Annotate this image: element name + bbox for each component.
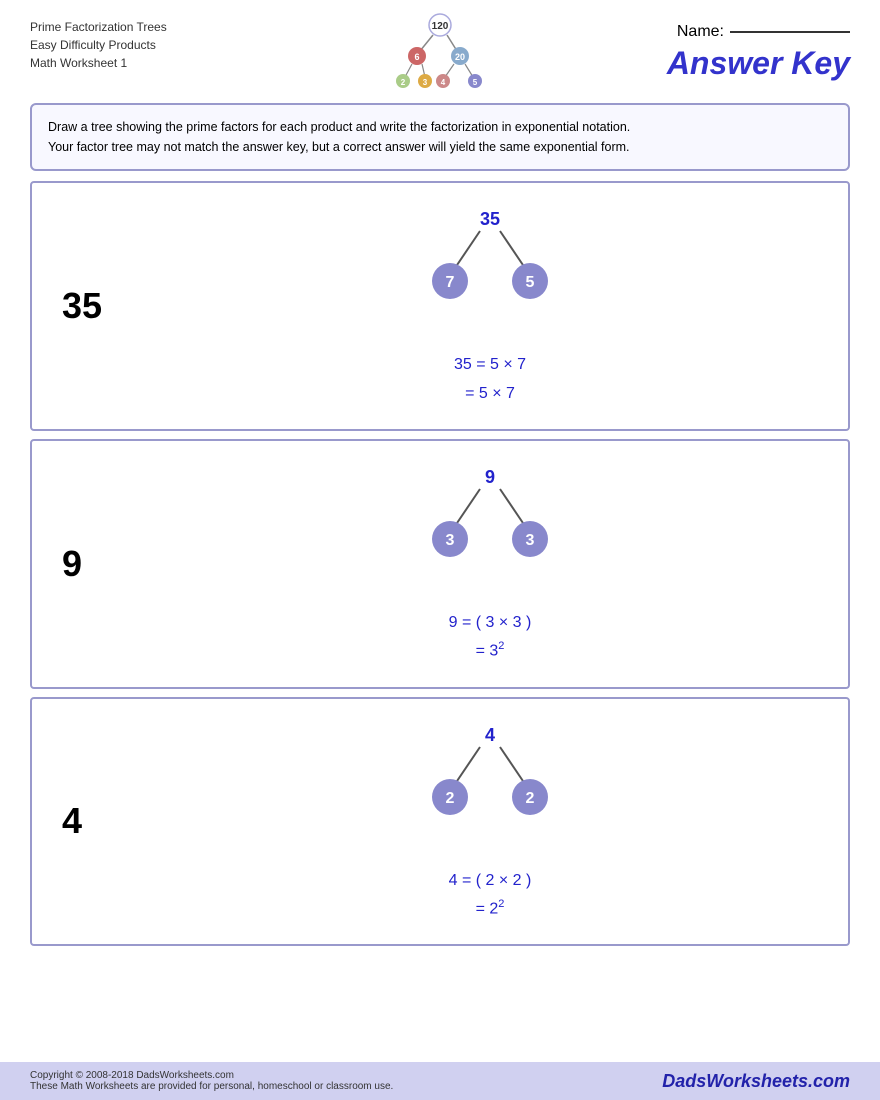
page: Prime Factorization Trees Easy Difficult… <box>0 0 880 1100</box>
svg-text:2: 2 <box>446 790 455 807</box>
svg-text:7: 7 <box>446 274 455 291</box>
factor-line2-1: = 5 × 7 <box>454 380 526 409</box>
problem-number-2: 9 <box>42 543 142 585</box>
tree-svg-2: 9 3 3 <box>390 461 590 601</box>
title-line3: Math Worksheet 1 <box>30 54 375 72</box>
svg-text:9: 9 <box>485 467 495 487</box>
svg-text:2: 2 <box>526 790 535 807</box>
instruction-line1: Draw a tree showing the prime factors fo… <box>48 117 832 137</box>
svg-text:120: 120 <box>432 21 449 32</box>
header-left: Prime Factorization Trees Easy Difficult… <box>30 18 375 72</box>
problem-number-3: 4 <box>42 800 142 842</box>
problem-box-2: 9 9 3 3 9 = ( 3 × 3 ) <box>30 439 850 689</box>
footer-copyright: Copyright © 2008-2018 DadsWorksheets.com <box>30 1070 393 1081</box>
factor-line2-3: = 22 <box>449 895 532 924</box>
instruction-line2: Your factor tree may not match the answe… <box>48 137 832 157</box>
svg-text:20: 20 <box>455 52 465 62</box>
svg-text:5: 5 <box>473 78 478 87</box>
answer-key-label: Answer Key <box>667 45 850 82</box>
factor-line2-2: = 32 <box>449 637 532 666</box>
title-line2: Easy Difficulty Products <box>30 36 375 54</box>
problem-box-3: 4 4 2 2 4 = ( 2 × 2 ) <box>30 697 850 947</box>
name-underline <box>730 31 850 33</box>
header-icon: 120 6 20 2 3 4 <box>395 13 485 93</box>
factor-line1-1: 35 = 5 × 7 <box>454 351 526 380</box>
tree-svg-1: 35 7 5 <box>390 203 590 343</box>
mini-tree-svg: 120 6 20 2 3 4 <box>395 13 485 93</box>
factorization-3: 4 = ( 2 × 2 ) = 22 <box>449 867 532 925</box>
name-label: Name: <box>677 23 724 41</box>
factorization-2: 9 = ( 3 × 3 ) = 32 <box>449 609 532 667</box>
footer: Copyright © 2008-2018 DadsWorksheets.com… <box>0 1062 880 1100</box>
problem-content-3: 4 2 2 4 = ( 2 × 2 ) = 22 <box>142 719 838 925</box>
header-right: Name: Answer Key <box>505 18 850 82</box>
svg-text:3: 3 <box>446 532 455 549</box>
svg-text:5: 5 <box>526 274 535 291</box>
factor-line1-3: 4 = ( 2 × 2 ) <box>449 867 532 896</box>
problem-number-1: 35 <box>42 285 142 327</box>
svg-text:3: 3 <box>526 532 535 549</box>
svg-text:6: 6 <box>414 52 419 62</box>
header: Prime Factorization Trees Easy Difficult… <box>0 0 880 103</box>
footer-left: Copyright © 2008-2018 DadsWorksheets.com… <box>30 1070 393 1092</box>
problem-content-2: 9 3 3 9 = ( 3 × 3 ) = 32 <box>142 461 838 667</box>
svg-text:2: 2 <box>401 78 406 87</box>
problem-box-1: 35 35 7 5 35 = 5 × 7 = 5 × 7 <box>30 181 850 431</box>
svg-text:3: 3 <box>423 78 428 87</box>
footer-brand: DadsWorksheets.com <box>662 1071 850 1092</box>
factor-line1-2: 9 = ( 3 × 3 ) <box>449 609 532 638</box>
svg-text:4: 4 <box>485 725 495 745</box>
footer-note: These Math Worksheets are provided for p… <box>30 1081 393 1092</box>
svg-text:4: 4 <box>441 78 446 87</box>
svg-text:35: 35 <box>480 209 500 229</box>
problem-content-1: 35 7 5 35 = 5 × 7 = 5 × 7 <box>142 203 838 409</box>
factorization-1: 35 = 5 × 7 = 5 × 7 <box>454 351 526 409</box>
title-line1: Prime Factorization Trees <box>30 18 375 36</box>
instructions-box: Draw a tree showing the prime factors fo… <box>30 103 850 171</box>
problems-section: 35 35 7 5 35 = 5 × 7 = 5 × 7 <box>30 181 850 954</box>
tree-svg-3: 4 2 2 <box>390 719 590 859</box>
